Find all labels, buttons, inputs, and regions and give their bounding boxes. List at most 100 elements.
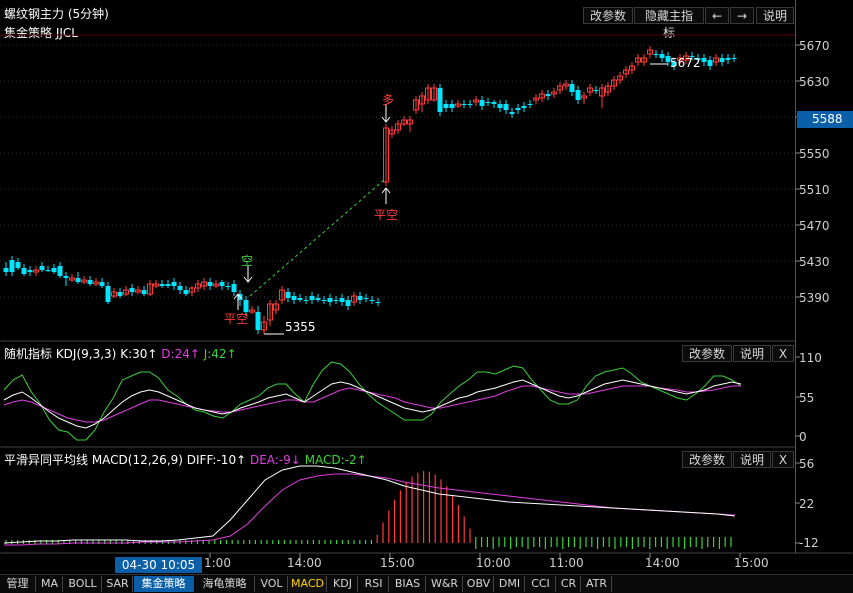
candle-body xyxy=(659,54,665,58)
macd-help-button[interactable]: 说明 xyxy=(733,451,771,468)
candle-body xyxy=(291,296,297,300)
candle-body xyxy=(3,268,9,272)
tab-jjcl[interactable]: 集金策略 xyxy=(134,576,194,592)
kdj-tick-55: 55 xyxy=(799,391,815,405)
time-tick-2: 14:00 xyxy=(287,556,322,570)
kdj-title: 随机指标 KDJ(9,3,3) K:30↑ D:24↑ J:42↑ xyxy=(4,345,237,362)
candle-body xyxy=(345,300,351,306)
candle-body xyxy=(117,292,123,296)
candle-body xyxy=(105,286,111,302)
candle-body xyxy=(461,104,467,105)
buy-signal-label: 多 xyxy=(382,93,395,107)
tab-rsi[interactable]: RSI xyxy=(359,576,389,592)
low-price-label: 5355 xyxy=(285,320,316,334)
price-tick-5630: 5630 xyxy=(799,75,830,89)
macd-edit-params-button[interactable]: 改参数 xyxy=(682,451,732,468)
kdj-tick-0: 0 xyxy=(799,430,807,444)
price-tick-5430: 5430 xyxy=(799,255,830,269)
tab-cr[interactable]: CR xyxy=(557,576,581,592)
kdj-d-value: D:24↑ xyxy=(161,347,200,361)
candle-body xyxy=(545,94,551,96)
candle-body xyxy=(87,280,93,284)
tab-kdj[interactable]: KDJ xyxy=(328,576,358,592)
price-tick-5390: 5390 xyxy=(799,291,830,305)
candle-body xyxy=(437,88,443,112)
candle-body xyxy=(21,268,27,274)
candle-body xyxy=(333,300,339,301)
candle-body xyxy=(171,282,177,286)
candle-body xyxy=(443,104,449,108)
candle-body xyxy=(449,104,455,108)
candle-body xyxy=(141,290,147,294)
signal-dash-line xyxy=(249,179,385,297)
candle-body xyxy=(165,284,171,286)
candle-body xyxy=(57,266,63,276)
kdj-close-button[interactable]: X xyxy=(772,345,794,362)
candle-body xyxy=(129,288,135,292)
price-tick-5550: 5550 xyxy=(799,147,830,161)
tab-boll[interactable]: BOLL xyxy=(64,576,102,592)
candle-body xyxy=(575,90,581,100)
tab-obv[interactable]: OBV xyxy=(464,576,494,592)
candle-body xyxy=(27,270,33,272)
tab-sar[interactable]: SAR xyxy=(103,576,133,592)
time-tick-7: 15:00 xyxy=(734,556,769,570)
kdj-d-line xyxy=(3,385,742,423)
candle-body xyxy=(509,112,515,114)
kdj-edit-params-button[interactable]: 改参数 xyxy=(682,345,732,362)
candle-body xyxy=(9,260,15,272)
price-tick-5470: 5470 xyxy=(799,219,830,233)
candle-body xyxy=(183,290,189,294)
candle-body xyxy=(255,312,261,330)
tab-dmi[interactable]: DMI xyxy=(495,576,525,592)
price-tick-5670: 5670 xyxy=(799,39,830,53)
candle-body xyxy=(725,58,731,60)
time-tick-5: 11:00 xyxy=(549,556,584,570)
tab-vol[interactable]: VOL xyxy=(256,576,288,592)
panel-divider xyxy=(0,340,796,342)
arrow-up-icon xyxy=(381,187,391,204)
candle-body xyxy=(515,108,521,110)
candle-body xyxy=(315,298,321,300)
time-tick-4: 10:00 xyxy=(476,556,511,570)
macd-dea-line xyxy=(4,473,735,546)
candle-body xyxy=(375,302,381,303)
kdj-help-button[interactable]: 说明 xyxy=(733,345,771,362)
tab-bias[interactable]: BIAS xyxy=(390,576,426,592)
tab-ma[interactable]: MA xyxy=(37,576,63,592)
candle-body xyxy=(159,284,165,286)
candle-body xyxy=(503,104,509,110)
kdj-k-value: K:30↑ xyxy=(120,347,158,361)
candle-body xyxy=(707,60,713,66)
candle-body xyxy=(225,286,231,287)
tab-manage[interactable]: 管理 xyxy=(0,576,36,592)
candle-body xyxy=(219,282,225,286)
chart-canvas[interactable] xyxy=(0,0,853,592)
candle-body xyxy=(593,90,599,91)
candle-body xyxy=(731,58,737,59)
tab-cci[interactable]: CCI xyxy=(526,576,556,592)
tab-wr[interactable]: W&R xyxy=(427,576,463,592)
candle-body xyxy=(75,278,81,282)
macd-tick-neg12: -12 xyxy=(799,536,819,550)
candle-body xyxy=(719,58,725,62)
candle-body xyxy=(485,102,491,103)
candle-body xyxy=(527,104,533,105)
time-tick-3: 15:00 xyxy=(380,556,415,570)
tab-turtle[interactable]: 海龟策略 xyxy=(195,576,255,592)
close-short-label: 平空 xyxy=(224,312,249,326)
macd-close-button[interactable]: X xyxy=(772,451,794,468)
short-signal-label: 空 xyxy=(241,254,254,268)
candle-body xyxy=(369,300,375,301)
kdj-k-line xyxy=(3,379,742,429)
macd-diff-value: DIFF:-10↑ xyxy=(186,453,247,467)
close-short-label-2: 平空 xyxy=(374,208,399,222)
candle-body xyxy=(327,298,333,302)
tab-atr[interactable]: ATR xyxy=(582,576,612,592)
candle-body xyxy=(467,104,473,105)
candle-body xyxy=(285,292,291,298)
candle-body xyxy=(177,286,183,290)
tab-macd[interactable]: MACD xyxy=(289,576,327,592)
candle-body xyxy=(309,296,315,300)
candle-body xyxy=(231,284,237,292)
